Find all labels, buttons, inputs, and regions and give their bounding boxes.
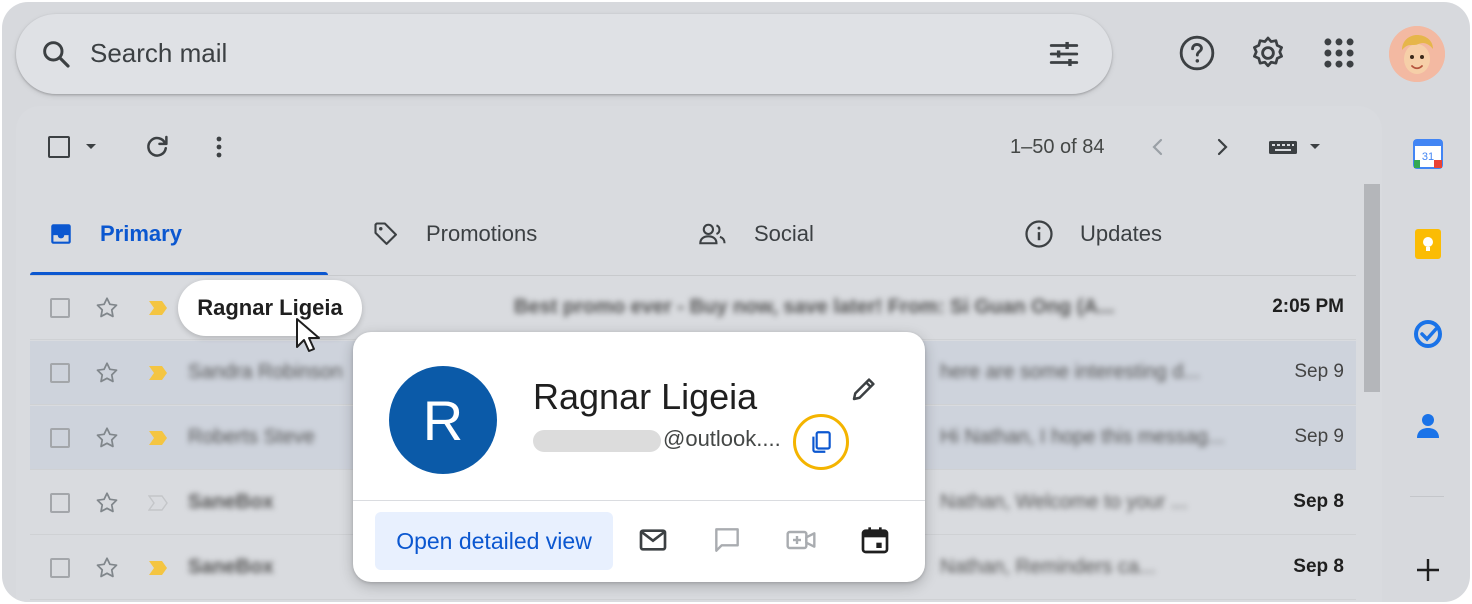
email-contact-icon[interactable] — [637, 524, 669, 556]
copy-icon — [812, 431, 831, 453]
side-panel-divider — [1410, 496, 1444, 497]
chat-icon[interactable] — [711, 524, 743, 556]
email-date: Sep 9 — [1294, 426, 1344, 447]
email-sender: Sandra Robinson — [188, 361, 343, 383]
refresh-icon[interactable] — [142, 132, 172, 162]
email-sender: SaneBox — [188, 556, 274, 578]
apps-icon[interactable] — [1320, 34, 1358, 72]
importance-marker-icon[interactable] — [148, 430, 168, 446]
gmail-window: Search mail 31 1–50 of 84 Primary Promot… — [2, 2, 1470, 602]
importance-marker-icon[interactable] — [148, 365, 168, 381]
email-subject: Nathan, Reminders ca... — [940, 556, 1156, 578]
contact-initial: R — [422, 388, 464, 452]
tab-social[interactable]: Social — [698, 216, 814, 252]
select-all-checkbox[interactable] — [48, 136, 70, 158]
search-icon[interactable] — [40, 38, 72, 70]
email-date: Sep 9 — [1294, 361, 1344, 382]
calendar-app-icon[interactable]: 31 — [1408, 134, 1448, 174]
tag-icon — [374, 222, 397, 245]
inbox-icon — [51, 224, 71, 244]
email-date: Sep 8 — [1293, 556, 1344, 577]
tab-updates[interactable]: Updates — [1024, 216, 1162, 252]
tab-social-label: Social — [754, 221, 814, 246]
email-subject: Nathan, Welcome to your ... — [940, 491, 1188, 513]
account-avatar[interactable] — [1389, 26, 1445, 82]
settings-icon[interactable] — [1249, 34, 1287, 72]
keyboard-icon[interactable] — [1268, 138, 1298, 156]
open-detailed-view-label: Open detailed view — [396, 527, 592, 554]
video-call-icon[interactable] — [785, 524, 817, 556]
contact-email: @outlook.... — [663, 426, 781, 451]
contacts-app-icon[interactable] — [1408, 406, 1448, 446]
next-page-icon[interactable] — [1212, 136, 1232, 158]
edit-contact-icon[interactable] — [849, 374, 879, 404]
tab-promotions[interactable]: Promotions — [372, 216, 537, 252]
select-dropdown-icon[interactable] — [84, 140, 98, 154]
tasks-app-icon[interactable] — [1408, 314, 1448, 354]
card-divider — [353, 500, 925, 501]
tab-primary-label: Primary — [100, 221, 182, 246]
row-checkbox[interactable] — [50, 363, 70, 383]
email-subject: here are some interesting d... — [940, 361, 1201, 383]
search-input[interactable]: Search mail — [90, 38, 227, 69]
mouse-cursor-icon — [296, 318, 320, 352]
email-sender: SaneBox — [188, 491, 274, 513]
importance-marker-icon[interactable] — [148, 300, 168, 316]
info-icon — [1025, 220, 1053, 248]
open-detailed-view-button[interactable]: Open detailed view — [375, 512, 613, 570]
star-icon[interactable] — [94, 295, 120, 321]
copy-email-button[interactable] — [793, 414, 849, 470]
email-subject: Hi Nathan, I hope this messag... — [940, 426, 1225, 448]
contact-name: Ragnar Ligeia — [533, 376, 758, 417]
row-checkbox[interactable] — [50, 298, 70, 318]
add-app-icon[interactable] — [1408, 550, 1448, 590]
more-options-icon[interactable] — [212, 134, 226, 160]
email-sender: Roberts Steve — [188, 426, 315, 448]
email-date: Sep 8 — [1293, 491, 1344, 512]
people-icon — [699, 223, 726, 245]
star-icon[interactable] — [94, 555, 120, 581]
redacted-email-local-part — [533, 430, 661, 452]
search-options-icon[interactable] — [1046, 37, 1082, 71]
sender-hover-chip[interactable]: Ragnar Ligeia — [178, 280, 362, 336]
star-icon[interactable] — [94, 360, 120, 386]
memoji-avatar-icon — [1389, 26, 1445, 82]
keep-app-icon[interactable] — [1408, 224, 1448, 264]
schedule-event-icon[interactable] — [859, 524, 891, 556]
star-icon[interactable] — [94, 490, 120, 516]
row-checkbox[interactable] — [50, 558, 70, 578]
importance-marker-icon[interactable] — [148, 560, 168, 576]
pagination-text: 1–50 of 84 — [1010, 136, 1105, 158]
star-icon[interactable] — [94, 425, 120, 451]
scrollbar-thumb[interactable] — [1364, 184, 1380, 392]
search-bar[interactable]: Search mail — [16, 14, 1112, 94]
tab-updates-label: Updates — [1080, 221, 1162, 246]
contact-avatar: R — [389, 366, 497, 474]
tab-primary[interactable]: Primary — [48, 216, 182, 252]
input-tools-dropdown-icon[interactable] — [1308, 140, 1322, 154]
tab-promotions-label: Promotions — [426, 221, 538, 246]
help-icon[interactable] — [1178, 34, 1216, 72]
contact-hover-card: R Ragnar Ligeia @outlook.... Open detail… — [353, 332, 925, 582]
svg-text:31: 31 — [1422, 151, 1434, 163]
row-checkbox[interactable] — [50, 493, 70, 513]
email-date: 2:05 PM — [1272, 296, 1344, 317]
prev-page-icon[interactable] — [1148, 136, 1168, 158]
row-checkbox[interactable] — [50, 428, 70, 448]
importance-marker-icon[interactable] — [148, 495, 168, 511]
email-subject: Best promo ever - Buy now, save later! F… — [514, 296, 1115, 318]
